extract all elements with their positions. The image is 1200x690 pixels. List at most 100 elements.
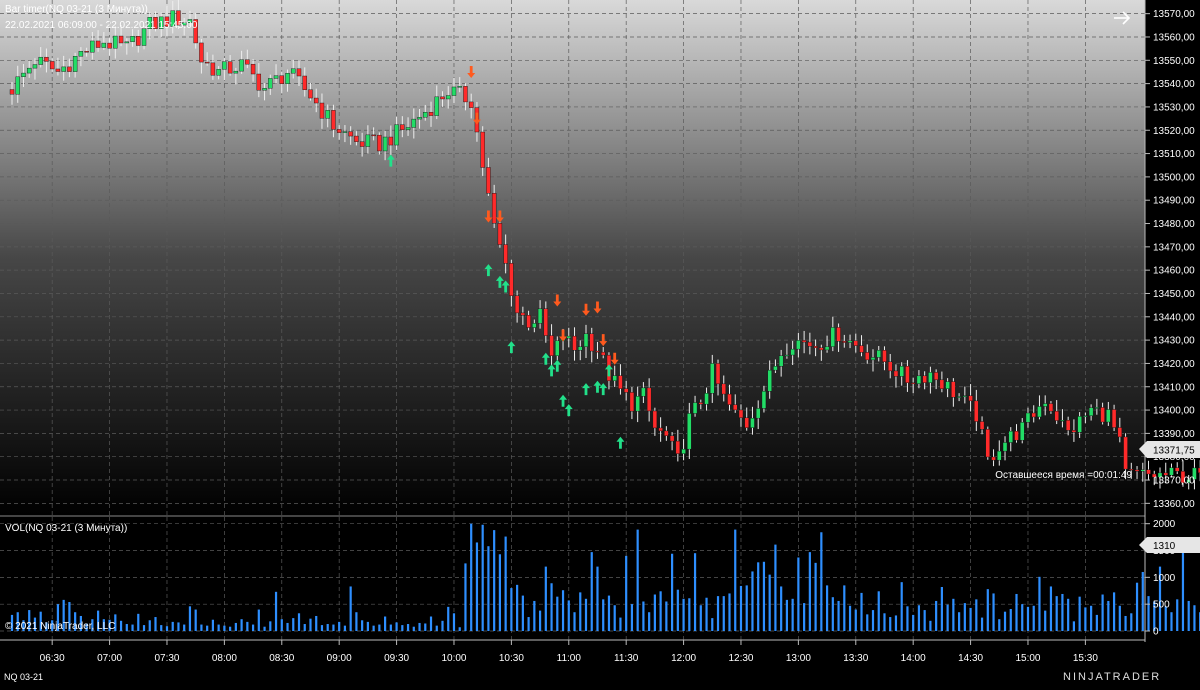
volume-bar	[688, 598, 691, 631]
candle-body	[945, 381, 950, 389]
candle-body	[331, 110, 336, 130]
volume-bar	[1009, 609, 1012, 631]
candle-body	[1094, 407, 1100, 409]
volume-bar	[441, 620, 444, 631]
candle-body	[928, 372, 933, 383]
price-tick-label: 13400,00	[1153, 406, 1195, 417]
candle-body	[687, 413, 692, 450]
volume-bar	[280, 619, 283, 631]
candle-body	[61, 66, 66, 72]
candle-body	[623, 388, 629, 393]
candle-body	[583, 333, 589, 347]
candle-body	[882, 350, 887, 363]
status-bar: NQ 03-21 NINJATRADER	[0, 668, 1200, 685]
candle-body	[204, 61, 210, 64]
chart-window: 13570,00 13560,00 13550,00 13540,00 13530,00…	[0, 0, 1200, 685]
volume-bar	[119, 620, 123, 631]
volume-bar	[544, 566, 547, 631]
candle-body	[618, 375, 623, 389]
candle-body	[830, 327, 836, 347]
volume-bar	[728, 593, 731, 631]
volume-bar	[630, 604, 634, 631]
volume-bar	[1170, 612, 1173, 631]
candle-body	[118, 35, 124, 44]
volume-bar	[315, 615, 318, 631]
volume-bar	[447, 606, 450, 631]
volume-bar	[854, 609, 857, 631]
candle-body	[790, 348, 795, 356]
candle-body	[1123, 436, 1128, 470]
volume-bar	[561, 590, 565, 631]
volume-bar	[533, 600, 536, 631]
candle-body	[985, 429, 990, 458]
volume-bar	[613, 605, 616, 631]
candle-body	[589, 333, 594, 352]
volume-bar	[458, 627, 461, 631]
volume-bar	[607, 595, 611, 631]
volume-bar	[171, 621, 174, 631]
candle-body	[1111, 409, 1117, 428]
candle-body	[84, 51, 89, 53]
candle-body	[813, 346, 818, 349]
volume-bar	[636, 529, 639, 631]
candle-body	[520, 312, 526, 316]
volume-bar	[1090, 605, 1093, 631]
candle-body	[296, 68, 302, 77]
candle-body	[939, 379, 945, 389]
candle-body	[824, 346, 830, 351]
candle-body	[956, 396, 962, 398]
volume-bar	[1078, 596, 1081, 631]
price-tick-label: 13510,00	[1153, 149, 1195, 160]
volume-bar	[556, 596, 559, 631]
candle-body	[440, 96, 445, 100]
candle-body	[279, 75, 284, 84]
volume-bar	[406, 624, 410, 631]
candle-body	[95, 40, 101, 48]
volume-bar	[269, 621, 272, 631]
candle-body	[463, 86, 468, 103]
candle-body	[664, 430, 669, 437]
volume-bar	[992, 593, 995, 631]
candle-body	[870, 357, 876, 361]
volume-bar	[716, 596, 720, 631]
volume-bar	[814, 562, 817, 631]
time-tick-label: 15:30	[1073, 653, 1098, 664]
volume-bar	[194, 609, 197, 631]
volume-bar	[573, 612, 576, 631]
volume-bar	[567, 600, 570, 631]
candle-body	[1077, 416, 1082, 433]
volume-bar	[470, 523, 473, 631]
volume-bar	[1187, 600, 1190, 631]
volume-bar	[366, 621, 369, 631]
price-panel-bg	[0, 0, 1145, 515]
candle-body	[905, 365, 910, 384]
candle-body	[692, 402, 698, 414]
candle-body	[124, 41, 130, 44]
volume-bar	[791, 598, 794, 631]
volume-bar	[1067, 598, 1070, 631]
candle-body	[675, 440, 681, 454]
candle-body	[842, 341, 847, 343]
candle-body	[302, 75, 307, 90]
volume-bar	[935, 600, 938, 631]
candle-body	[750, 417, 755, 428]
volume-bar	[648, 612, 651, 631]
volume-bar	[206, 625, 209, 631]
candle-body	[382, 136, 388, 152]
candle-body	[1025, 412, 1031, 423]
volume-bar	[1112, 592, 1116, 631]
volume-bar	[946, 604, 949, 631]
candle-body	[107, 42, 112, 49]
candle-body	[727, 393, 732, 405]
volume-bar	[860, 592, 863, 631]
time-tick-label: 08:00	[212, 653, 237, 664]
candle-body	[646, 387, 652, 412]
volume-bar	[871, 610, 875, 631]
candle-body	[514, 295, 520, 314]
candle-body	[245, 59, 250, 65]
volume-bar	[722, 596, 725, 631]
volume-bar	[493, 530, 496, 631]
candle-body	[491, 193, 497, 224]
volume-bar	[1021, 604, 1024, 631]
instrument-tab[interactable]: NQ 03-21	[4, 672, 43, 682]
